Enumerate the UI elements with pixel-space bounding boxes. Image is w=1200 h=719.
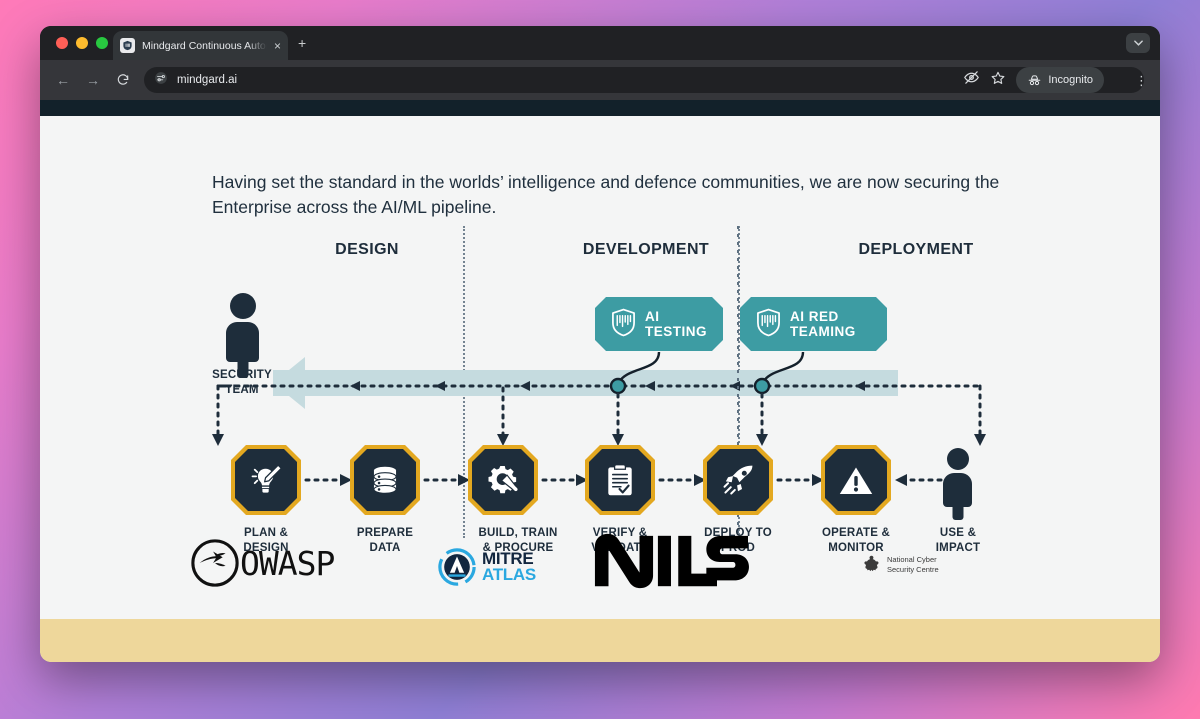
owasp-logo-text: OWASP: [240, 543, 335, 583]
incognito-indicator[interactable]: Incognito: [1016, 67, 1104, 93]
browser-window: Mindgard Continuous Automa × + ← → mindg…: [40, 26, 1160, 662]
nist-logo-mark: [594, 533, 749, 589]
browser-toolbar: ← → mindgard.ai Incognito ⋮: [40, 60, 1160, 100]
badge-ai-testing[interactable]: AI TESTING: [595, 297, 723, 351]
eye-off-icon[interactable]: [963, 69, 980, 91]
forward-button[interactable]: →: [80, 67, 106, 93]
ncsc-logo-line2: Security Centre: [887, 564, 939, 574]
page-content: Having set the standard in the worlds’ i…: [40, 116, 1160, 619]
pipeline-node-prepare-data[interactable]: [350, 445, 420, 515]
tab-title: Mindgard Continuous Automa: [142, 39, 267, 52]
new-tab-button[interactable]: +: [298, 36, 306, 50]
pipeline-node-deploy-to-prod[interactable]: [703, 445, 773, 515]
ncsc-logo-line1: National Cyber: [887, 555, 937, 565]
url-text: mindgard.ai: [177, 74, 238, 86]
incognito-label: Incognito: [1048, 74, 1093, 86]
ncsc-crest-icon: [864, 555, 879, 572]
shield-data-icon: [611, 308, 636, 340]
logo-row: OWASP MITRE ATLAS National Cyber Securit…: [40, 526, 1160, 606]
badge-ai-testing-label: AI TESTING: [645, 309, 708, 339]
shield-data-icon: [756, 308, 781, 340]
back-button[interactable]: ←: [50, 67, 76, 93]
mitre-atlas-mark-icon: [438, 548, 476, 586]
pipeline-node-plan-design[interactable]: [231, 445, 301, 515]
site-header-bar: [40, 100, 1160, 116]
owasp-logo: OWASP: [190, 538, 335, 588]
owasp-mark-icon: [191, 539, 239, 587]
security-team-person-icon: [226, 293, 259, 378]
end-user-person-icon: [943, 448, 972, 520]
badge-ai-red-teaming-label: AI RED TEAMING: [790, 309, 856, 339]
tab-strip: Mindgard Continuous Automa × +: [40, 26, 1160, 60]
tune-icon[interactable]: [154, 71, 168, 90]
shield-icon: [120, 38, 135, 53]
pipeline-node-verify-validate[interactable]: [585, 445, 655, 515]
lightbulb-pencil-icon: [248, 462, 284, 498]
ncsc-logo: National Cyber Security Centre: [861, 554, 939, 575]
gear-wrench-icon: [485, 462, 521, 498]
feedback-arrow-band: [273, 370, 898, 396]
bookmark-star-icon[interactable]: [990, 70, 1006, 91]
chevron-down-icon[interactable]: [1126, 33, 1150, 53]
minimize-window-button[interactable]: [76, 37, 88, 49]
mitre-atlas-logo: MITRE ATLAS: [438, 548, 536, 586]
stage-header-design: DESIGN: [335, 241, 399, 258]
page-viewport: Having set the standard in the worlds’ i…: [40, 100, 1160, 662]
window-controls[interactable]: [56, 37, 108, 49]
reload-button[interactable]: [110, 67, 136, 93]
badge-ai-red-teaming[interactable]: AI RED TEAMING: [740, 297, 887, 351]
close-window-button[interactable]: [56, 37, 68, 49]
page-footer-band: [40, 619, 1160, 662]
maximize-window-button[interactable]: [96, 37, 108, 49]
database-icon: [368, 463, 402, 497]
security-team-label: SECURITY TEAM: [212, 369, 272, 396]
close-icon[interactable]: ×: [274, 40, 281, 52]
browser-menu-button[interactable]: ⋮: [1135, 74, 1148, 87]
incognito-hat-icon: [1029, 74, 1041, 85]
nist-logo: [588, 530, 753, 592]
page-title: Having set the standard in the worlds’ i…: [212, 172, 1000, 217]
pipeline-node-operate-monitor[interactable]: [821, 445, 891, 515]
pipeline-node-build-train-procure[interactable]: [468, 445, 538, 515]
mitre-logo-line2: ATLAS: [482, 565, 536, 584]
warning-triangle-icon: [838, 464, 874, 497]
browser-tab[interactable]: Mindgard Continuous Automa ×: [113, 31, 288, 60]
clipboard-check-icon: [604, 462, 636, 498]
toolbar-icons: Incognito: [963, 67, 1104, 93]
stage-header-deployment: DEPLOYMENT: [858, 241, 974, 258]
rocket-icon: [720, 462, 756, 498]
stage-header-development: DEVELOPMENT: [582, 241, 710, 258]
